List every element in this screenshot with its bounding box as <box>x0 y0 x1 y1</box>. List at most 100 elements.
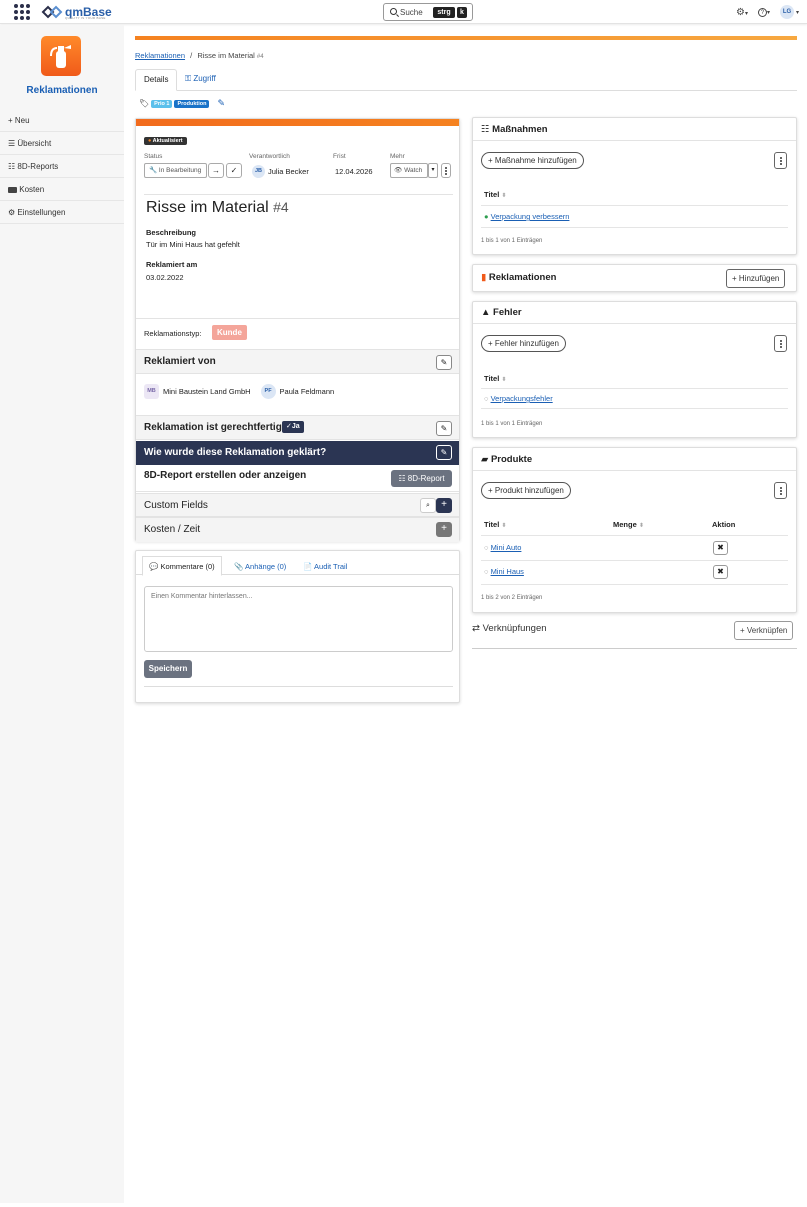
produkte-title: ▰ Produkte <box>481 454 532 465</box>
tasks-icon: ☷ <box>481 124 490 135</box>
col-menge[interactable]: Menge ⬍ <box>613 518 644 533</box>
money-icon <box>8 186 17 193</box>
frist-label: Frist <box>333 153 346 160</box>
status-dropdown[interactable]: 🔧 In Bearbeitung <box>144 163 207 178</box>
sidebar-item-einstellungen[interactable]: ⚙ Einstellungen <box>0 202 124 224</box>
8d-report-button[interactable]: ☷ 8D-Report <box>391 470 452 487</box>
wrench-icon: 🔧 <box>149 167 158 174</box>
record-card: ● Aktualisiert Status 🔧 In Bearbeitung →… <box>135 118 460 542</box>
sidebar-item-8d-reports[interactable]: ☷ 8D-Reports <box>0 156 124 178</box>
more-options-button[interactable] <box>441 163 451 178</box>
table-footer: 1 bis 1 von 1 Einträgen <box>481 238 543 244</box>
edit-reklamiert-von-button[interactable]: ✎ <box>436 355 452 370</box>
verknuepfungen-title: ⇄ Verknüpfungen <box>472 623 547 634</box>
eye-icon: 👁 <box>394 167 403 174</box>
company-name[interactable]: Mini Baustein Land GmbH <box>163 387 251 396</box>
massnahmen-title: ☷ Maßnahmen <box>481 124 548 135</box>
avatar: PF <box>260 384 276 399</box>
col-titel[interactable]: Titel ⬍ <box>484 518 506 533</box>
table-row: ◌ Mini Haus ✖ <box>481 561 788 585</box>
breadcrumb-link[interactable]: Reklamationen <box>135 51 185 60</box>
massnahme-link[interactable]: Verpackung verbessern <box>491 212 570 221</box>
produkt-link[interactable]: Mini Auto <box>491 543 522 552</box>
add-reklamation-button[interactable]: + Hinzufügen <box>726 269 786 288</box>
check-icon: ✓ <box>230 166 238 175</box>
edit-gerechtfertigt-button[interactable]: ✎ <box>436 421 452 436</box>
fehler-more-button[interactable] <box>774 335 787 352</box>
logo-subtitle: QUALITY IS YOUR BASE <box>65 16 106 20</box>
sidebar-item-neu[interactable]: + Neu <box>0 110 124 132</box>
fehler-title: ▲ Fehler <box>481 307 522 318</box>
add-fehler-button[interactable]: + Fehler hinzufügen <box>481 335 566 352</box>
add-produkt-button[interactable]: + Produkt hinzufügen <box>481 482 571 499</box>
plus-icon: + <box>488 486 493 495</box>
tab-anhaenge[interactable]: 📎 Anhänge (0) <box>234 557 286 576</box>
mehr-label: Mehr <box>390 153 405 160</box>
sidebar-item-uebersicht[interactable]: ☰ Übersicht <box>0 133 124 155</box>
tab-audit-trail[interactable]: 📄 Audit Trail <box>303 557 347 576</box>
remove-produkt-button[interactable]: ✖ <box>713 565 728 579</box>
add-massnahme-button[interactable]: + Maßnahme hinzufügen <box>481 152 584 169</box>
list-icon: ☰ <box>8 139 16 148</box>
breadcrumb-separator: / <box>190 51 193 60</box>
status-label: Status <box>144 153 163 160</box>
search-box[interactable]: Suche strg k <box>383 3 473 21</box>
produkte-more-button[interactable] <box>774 482 787 499</box>
shortcut-key-strg: strg <box>433 7 455 18</box>
plus-icon: + <box>488 339 493 348</box>
tab-kommentare[interactable]: 💬 Kommentare (0) <box>142 556 222 576</box>
record-accent <box>136 119 459 126</box>
tag-produktion[interactable]: Produktion <box>174 99 210 108</box>
help-menu[interactable]: ? ▾ <box>757 7 770 17</box>
check-circle-icon: ◌ <box>484 394 489 403</box>
edit-geklaert-button[interactable]: ✎ <box>436 445 452 460</box>
watch-button[interactable]: 👁 Watch <box>390 163 428 178</box>
add-fehler-label: Fehler hinzufügen <box>494 339 559 348</box>
watch-dropdown[interactable]: ▾ <box>428 163 438 178</box>
comment-textarea[interactable] <box>144 586 453 652</box>
record-number: #4 <box>273 199 289 215</box>
tab-zugriff[interactable]: ⚿ Zugriff <box>177 69 224 91</box>
verantwortlich-field[interactable]: JB Julia Becker <box>252 165 309 178</box>
user-menu[interactable]: LG ▾ <box>779 5 799 19</box>
status-next-button[interactable]: → <box>208 163 224 178</box>
status-value: In Bearbeitung <box>158 167 202 174</box>
fehler-link[interactable]: Verpackungsfehler <box>491 394 553 403</box>
gerechtfertigt-badge: ✓Ja <box>282 421 304 433</box>
sidebar-item-kosten[interactable]: Kosten <box>0 179 124 201</box>
module-title[interactable]: Reklamationen <box>0 85 124 96</box>
logo[interactable]: qmBase QUALITY IS YOUR BASE <box>41 3 112 21</box>
verknuepfen-button[interactable]: + Verknüpfen <box>734 621 794 640</box>
table-row: ◌ Verpackungsfehler <box>481 389 788 409</box>
status-badge: ● Aktualisiert <box>144 137 187 145</box>
col-titel[interactable]: Titel <box>484 190 499 199</box>
breadcrumb-number: #4 <box>256 54 264 60</box>
checklist-icon: ☷ <box>398 474 406 483</box>
add-kosten-button[interactable]: + <box>436 522 452 537</box>
search-icon <box>390 8 397 15</box>
table-row: ◌ Mini Auto ✖ <box>481 537 788 561</box>
produkt-link[interactable]: Mini Haus <box>491 567 524 576</box>
table-header: Titel ⬍ <box>481 372 788 389</box>
remove-produkt-button[interactable]: ✖ <box>713 541 728 555</box>
plus-icon: + <box>8 116 13 125</box>
produkt-cell: ◌ Mini Auto <box>484 537 521 559</box>
col-titel[interactable]: Titel <box>484 374 499 383</box>
add-custom-field-button[interactable]: + <box>436 498 452 513</box>
settings-menu[interactable]: ⚙▾ <box>736 7 748 18</box>
add-massnahme-label: Maßnahme hinzufügen <box>494 156 577 165</box>
verantwortlich-value: Julia Becker <box>268 167 309 176</box>
tab-details[interactable]: Details <box>135 69 178 91</box>
status-check-button[interactable]: ✓ <box>226 163 242 178</box>
person-name[interactable]: Paula Feldmann <box>280 387 335 396</box>
accent-bar <box>135 36 797 40</box>
custom-fields-search-button[interactable]: ⌕ <box>420 498 436 513</box>
pencil-icon[interactable]: ✎ <box>217 98 225 109</box>
massnahmen-more-button[interactable] <box>774 152 787 169</box>
app-grid-icon[interactable] <box>14 4 30 20</box>
tag-prio[interactable]: Prio 1 <box>151 99 173 108</box>
reklamiert-von-header: Reklamiert von ✎ <box>136 349 459 374</box>
frist-value[interactable]: 12.04.2026 <box>335 167 373 176</box>
save-button[interactable]: Speichern <box>144 660 192 678</box>
produkte-card: ▰ Produkte + Produkt hinzufügen Titel ⬍ … <box>472 447 797 613</box>
